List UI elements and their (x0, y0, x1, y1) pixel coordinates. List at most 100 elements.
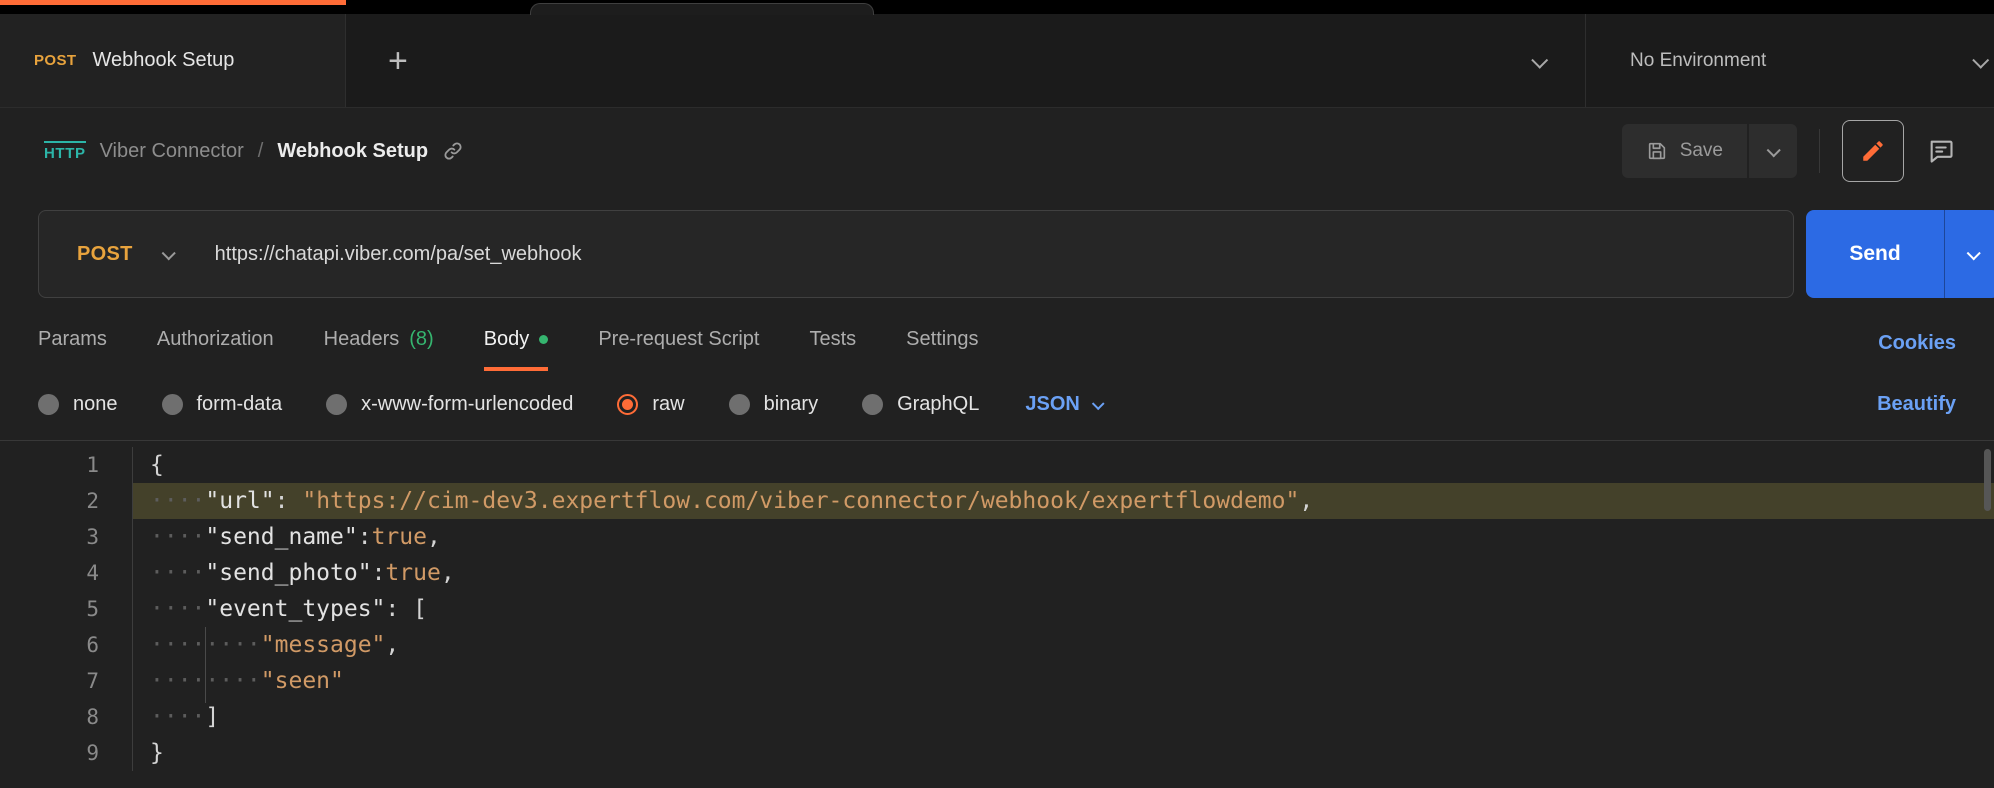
copy-link-button[interactable] (442, 140, 464, 162)
tab-tests[interactable]: Tests (809, 328, 856, 371)
code-line-8[interactable]: 8····] (0, 699, 1994, 735)
code-line-4[interactable]: 4····"send_photo":true, (0, 555, 1994, 591)
line-number: 2 (0, 483, 99, 519)
tab-body[interactable]: Body (484, 328, 549, 371)
url-bar: POST (38, 210, 1794, 298)
language-label: JSON (1025, 393, 1079, 416)
active-tab-accent (0, 0, 346, 5)
line-number: 1 (0, 447, 99, 483)
save-options-button[interactable] (1749, 124, 1797, 178)
body-mode-raw[interactable]: raw (617, 393, 684, 416)
comments-button[interactable] (1912, 122, 1970, 180)
environment-label: No Environment (1630, 50, 1766, 72)
editor-scrollbar-thumb[interactable] (1984, 449, 1991, 511)
language-selector[interactable]: JSON (1025, 393, 1101, 416)
code-content[interactable]: } (132, 735, 1994, 771)
documentation-button[interactable] (1842, 120, 1904, 182)
mode-label: binary (764, 393, 818, 416)
breadcrumb-collection[interactable]: Viber Connector (100, 140, 244, 163)
send-button[interactable]: Send (1806, 210, 1944, 298)
comment-icon (1927, 137, 1955, 165)
mode-label: raw (652, 393, 684, 416)
beautify-link[interactable]: Beautify (1877, 393, 1956, 416)
code-line-7[interactable]: 7 ········"seen" (0, 663, 1994, 699)
tab-label: Settings (906, 328, 978, 351)
save-icon (1646, 140, 1668, 162)
code-content[interactable]: ····] (132, 699, 1994, 735)
tab-headers[interactable]: Headers (8) (324, 328, 434, 371)
body-modified-dot-icon (539, 335, 548, 344)
line-number: 3 (0, 519, 99, 555)
save-button[interactable]: Save (1622, 124, 1747, 178)
method-chevron-icon (161, 246, 175, 260)
code-line-9[interactable]: 9} (0, 735, 1994, 771)
method-label: POST (77, 243, 133, 266)
tab-label: Pre-request Script (598, 328, 759, 351)
tab-pre-request-script[interactable]: Pre-request Script (598, 328, 759, 371)
code-line-3[interactable]: 3 ····"send_name":true, (0, 519, 1994, 555)
tab-label: Tests (809, 328, 856, 351)
code-content[interactable]: ········"message", (132, 627, 1994, 663)
save-options-chevron-icon (1767, 143, 1781, 157)
body-mode-form-data[interactable]: form-data (162, 393, 283, 416)
tab-label: Authorization (157, 328, 274, 351)
environment-selector[interactable]: No Environment (1585, 14, 1994, 107)
headers-count: (8) (409, 328, 433, 351)
code-lines: 1{2····"url": "https://cim-dev3.expertfl… (0, 447, 1994, 771)
divider (1819, 129, 1820, 173)
body-mode-row: none form-data x-www-form-urlencoded raw bin… (0, 371, 1994, 440)
code-content[interactable]: ····"send_name":true, (132, 519, 1994, 555)
window-notch (530, 3, 874, 15)
code-content[interactable]: { (132, 447, 1994, 483)
code-content[interactable]: ····"send_photo":true, (132, 555, 1994, 591)
code-line-6[interactable]: 6 ········"message", (0, 627, 1994, 663)
tab-label: Headers (324, 328, 400, 351)
line-number: 7 (0, 663, 99, 699)
mode-label: form-data (197, 393, 283, 416)
indent-guide (205, 627, 206, 703)
code-line-2[interactable]: 2 ····"url": "https://cim-dev3.expertflow… (0, 483, 1994, 519)
breadcrumb-request-name[interactable]: Webhook Setup (277, 140, 428, 163)
code-line-5[interactable]: 5 ····"event_types": [ (0, 591, 1994, 627)
tab-label: Body (484, 328, 530, 351)
body-mode-graphql[interactable]: GraphQL (862, 393, 979, 416)
url-input[interactable] (207, 243, 1793, 266)
method-selector[interactable]: POST (39, 243, 207, 266)
send-options-button[interactable] (1944, 210, 1994, 298)
body-mode-binary[interactable]: binary (729, 393, 818, 416)
mode-label: GraphQL (897, 393, 979, 416)
tab-overflow-chevron-icon[interactable] (1531, 51, 1548, 68)
body-mode-none[interactable]: none (38, 393, 118, 416)
tab-method-badge: POST (34, 52, 76, 69)
new-tab-button[interactable]: + (388, 44, 408, 78)
request-bar: POST Send (38, 210, 1994, 298)
cookies-link[interactable]: Cookies (1878, 332, 1956, 371)
postman-app-window: POST Webhook Setup + No Environment HTTP… (0, 0, 1994, 788)
radio-icon (862, 394, 883, 415)
tab-authorization[interactable]: Authorization (157, 328, 274, 371)
request-body-editor[interactable]: 1{2····"url": "https://cim-dev3.expertfl… (0, 440, 1994, 783)
header-actions: Save (1622, 120, 1970, 182)
http-protocol-icon: HTTP (44, 141, 86, 162)
tab-title: Webhook Setup (92, 49, 234, 72)
code-content[interactable]: ····"url": "https://cim-dev3.expertflow.… (132, 483, 1994, 519)
request-tab-webhook-setup[interactable]: POST Webhook Setup (0, 14, 346, 107)
code-line-1[interactable]: 1{ (0, 447, 1994, 483)
tab-strip: POST Webhook Setup + No Environment (0, 14, 1994, 108)
tab-label: Params (38, 328, 107, 351)
tab-params[interactable]: Params (38, 328, 107, 371)
radio-icon (38, 394, 59, 415)
pencil-icon (1860, 138, 1886, 164)
tab-settings[interactable]: Settings (906, 328, 978, 371)
code-content[interactable]: ········"seen" (132, 663, 1994, 699)
body-mode-options: none form-data x-www-form-urlencoded raw bin… (38, 393, 979, 416)
line-number: 6 (0, 627, 99, 663)
mode-label: x-www-form-urlencoded (361, 393, 573, 416)
language-chevron-icon (1092, 397, 1105, 410)
mode-label: none (73, 393, 118, 416)
line-number: 5 (0, 591, 99, 627)
code-content[interactable]: ····"event_types": [ (132, 591, 1994, 627)
save-label: Save (1680, 140, 1723, 162)
radio-icon (617, 394, 638, 415)
body-mode-x-www-form-urlencoded[interactable]: x-www-form-urlencoded (326, 393, 573, 416)
